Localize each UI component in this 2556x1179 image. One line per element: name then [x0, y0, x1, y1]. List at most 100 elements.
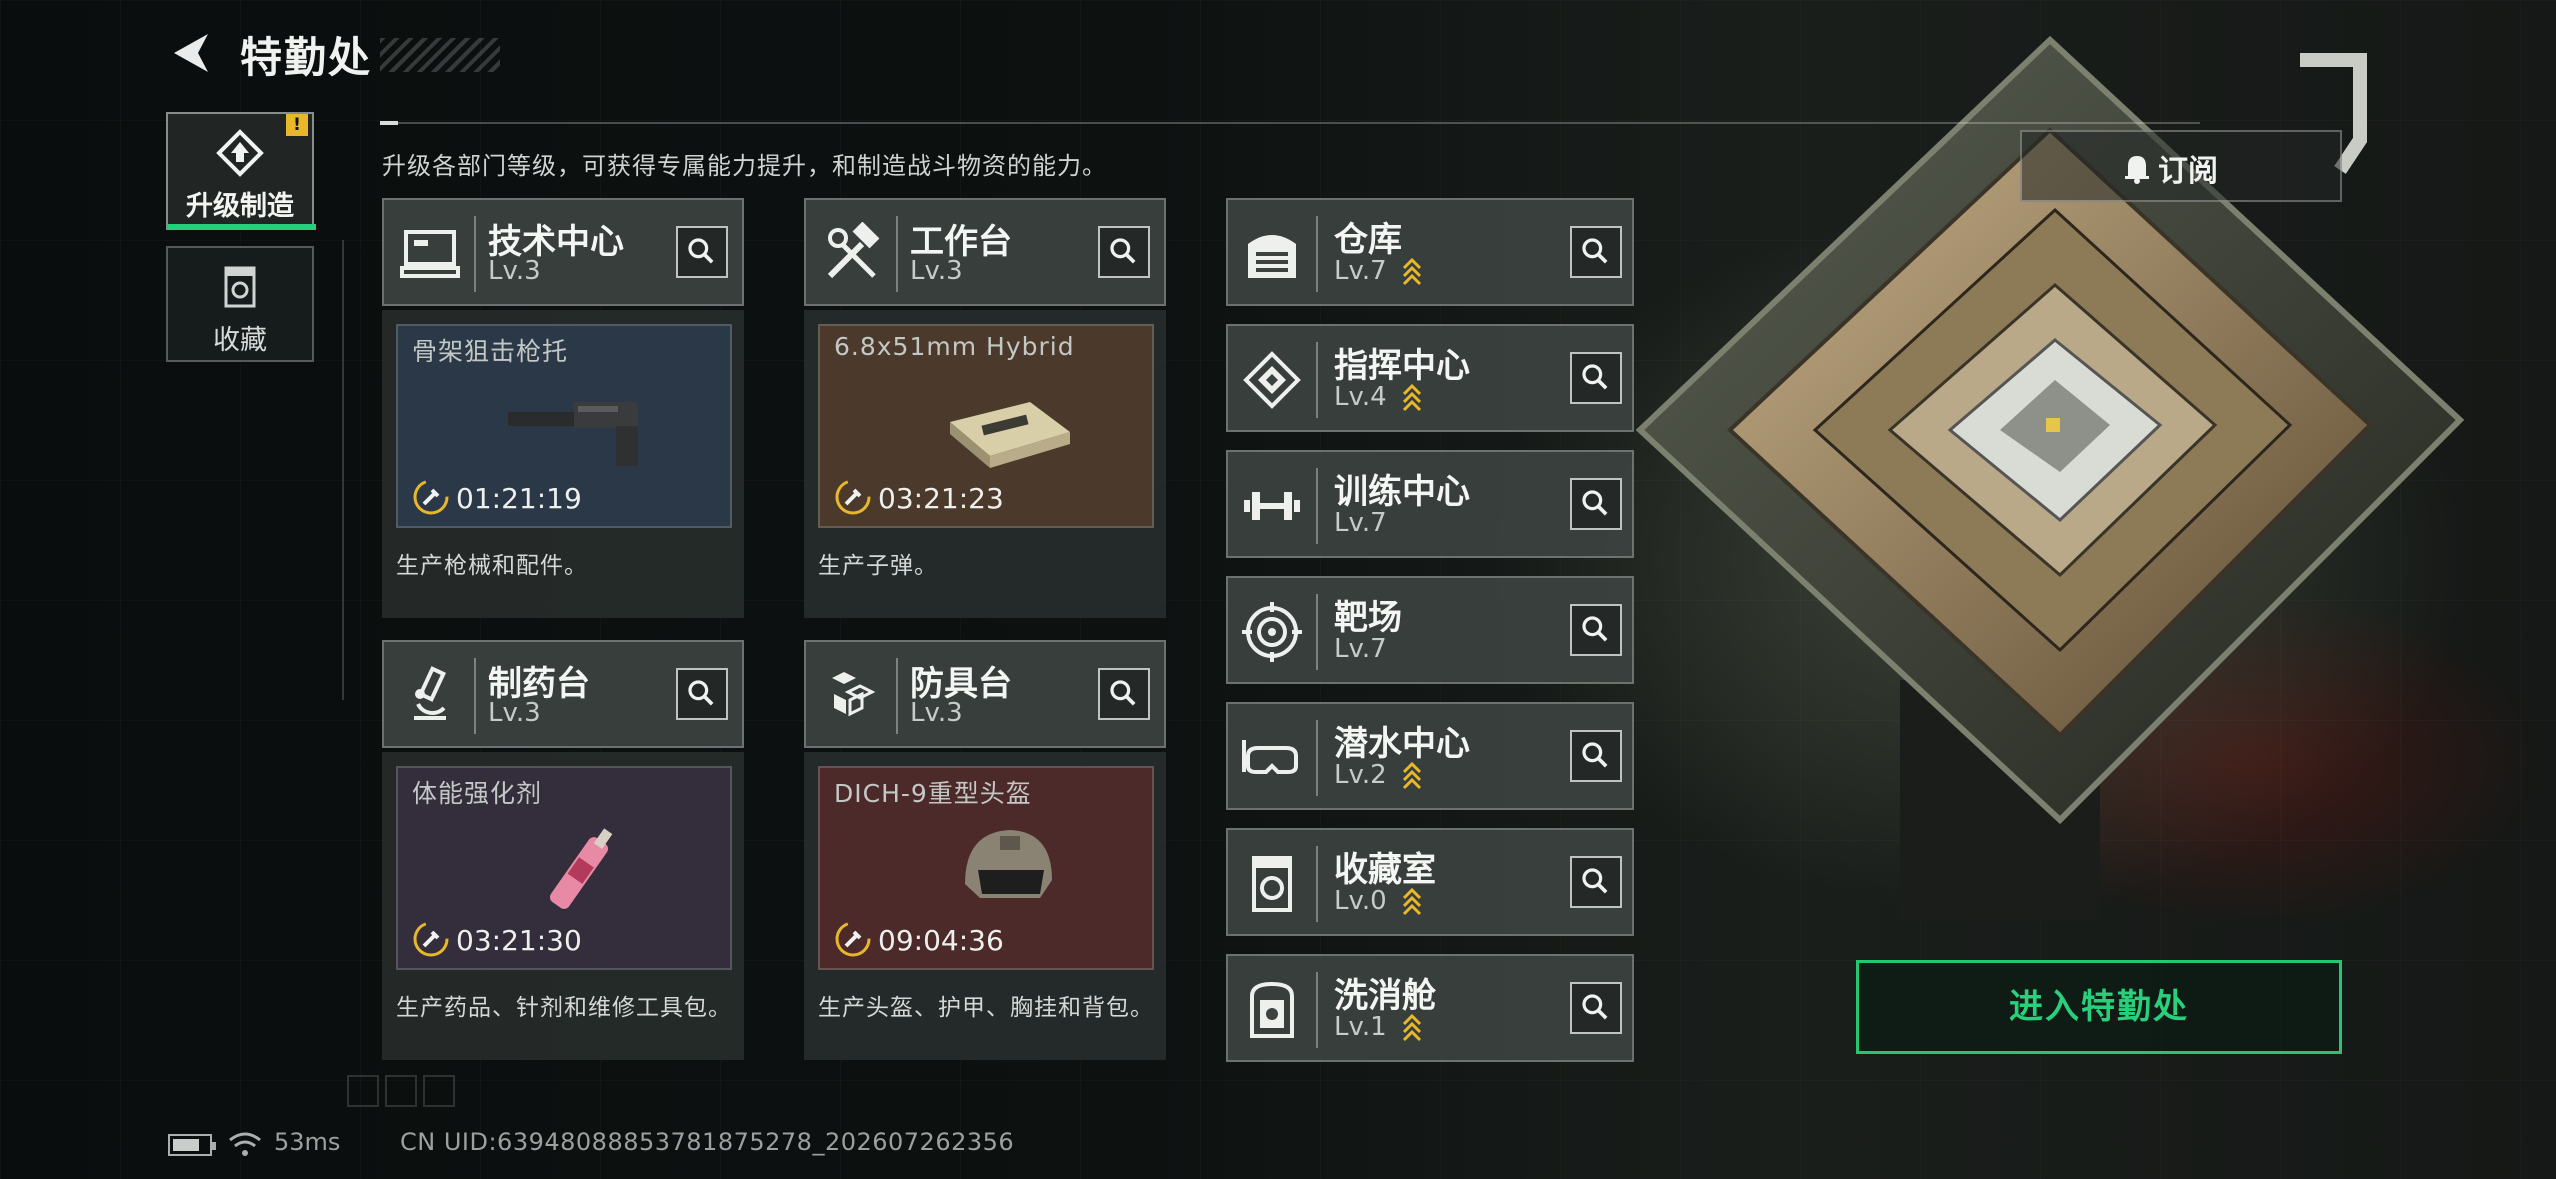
product-name: 体能强化剂	[412, 779, 543, 808]
tab-upgrade-manufacture[interactable]: ! 升级制造	[166, 112, 316, 230]
dept-description: 生产药品、针剂和维修工具包。	[396, 995, 732, 1021]
dept-description: 生产头盔、护甲、胸挂和背包。	[818, 995, 1154, 1021]
facility-diving-center[interactable]: 潜水中心 Lv.2	[1226, 702, 1634, 810]
dept-body: DICH-9重型头盔 09:04:36 生产头盔、护甲、胸挂和背包。	[804, 752, 1166, 1060]
page-title: 特勤处	[240, 33, 373, 82]
wrench-timer-icon	[413, 921, 449, 957]
search-button[interactable]	[676, 668, 728, 720]
battery-icon	[168, 1134, 216, 1156]
facility-level: Lv.7	[1334, 256, 1387, 286]
search-icon	[1582, 238, 1608, 264]
product-panel[interactable]: DICH-9重型头盔 09:04:36	[818, 766, 1154, 970]
facility-name: 指挥中心	[1334, 346, 1470, 386]
back-arrow-icon[interactable]	[168, 30, 214, 76]
microscope-icon	[414, 666, 447, 720]
facility-level: Lv.4	[1334, 382, 1387, 412]
card-separator	[1316, 216, 1318, 292]
dept-body: 6.8x51mm Hybrid 03:21:23 生产子弹。	[804, 310, 1166, 618]
facility-name: 潜水中心	[1334, 724, 1470, 764]
tab-favorites[interactable]: 收藏	[166, 246, 314, 362]
dept-level: Lv.3	[488, 698, 541, 728]
header-separator	[896, 216, 898, 292]
facility-name: 靶场	[1334, 598, 1402, 638]
card-separator	[1316, 342, 1318, 418]
facility-collection-room[interactable]: 收藏室 Lv.0	[1226, 828, 1634, 936]
screen: 特勤处 ! 升级制造 收藏 升级各部门等级，可获得专属能力提升，和制造战斗物资的…	[0, 0, 2556, 1179]
alert-badge: !	[286, 114, 308, 136]
side-divider	[342, 240, 344, 700]
dept-body: 骨架狙击枪托 01:21:19 生产枪械和配件。	[382, 310, 744, 618]
search-button[interactable]	[1570, 226, 1622, 278]
bell-icon	[2125, 156, 2149, 184]
search-icon	[688, 238, 714, 264]
facility-level: Lv.2	[1334, 760, 1387, 790]
product-panel[interactable]: 6.8x51mm Hybrid 03:21:23	[818, 324, 1154, 528]
armor-blocks-icon	[832, 672, 876, 717]
search-button[interactable]	[1570, 730, 1622, 782]
search-button[interactable]	[1570, 352, 1622, 404]
header-separator	[474, 658, 476, 734]
search-icon	[1582, 868, 1608, 894]
facility-shooting-range[interactable]: 靶场 Lv.7	[1226, 576, 1634, 684]
facility-name: 洗消舱	[1334, 976, 1436, 1016]
facility-name: 仓库	[1334, 220, 1402, 260]
facility-training-center[interactable]: 训练中心 Lv.7	[1226, 450, 1634, 558]
wifi-icon	[229, 1132, 261, 1156]
injector-image	[549, 828, 613, 909]
enter-button-label: 进入特勤处	[2009, 987, 2189, 1027]
dept-body: 体能强化剂 03:21:30 生产药品、针剂和维修工具包。	[382, 752, 744, 1060]
search-button[interactable]	[676, 226, 728, 278]
header-separator	[896, 658, 898, 734]
card-separator	[1316, 846, 1318, 922]
dept-level: Lv.3	[488, 256, 541, 286]
dept-card-workbench[interactable]: 工作台 Lv.3 6.8x51mm Hybrid 03:21:23 生产子弹。	[804, 198, 1166, 618]
facility-level: Lv.1	[1334, 1012, 1387, 1042]
timer-value: 03:21:30	[456, 924, 582, 957]
wrench-timer-icon	[413, 479, 449, 515]
enter-special-ops-button[interactable]: 进入特勤处	[1856, 960, 2342, 1054]
ammo-box-image	[950, 402, 1070, 468]
search-icon	[1110, 680, 1136, 706]
facility-level: Lv.0	[1334, 886, 1387, 916]
search-button[interactable]	[1098, 668, 1150, 720]
dept-level: Lv.3	[910, 256, 963, 286]
hammer-wrench-icon	[827, 222, 880, 279]
subscribe-button[interactable]: 订阅	[2020, 130, 2342, 202]
dept-card-pharmacy[interactable]: 制药台 Lv.3 体能强化剂 03:21:30 生产药品、针剂和维修工具包。	[382, 640, 744, 1060]
upgrade-diamond-icon	[216, 129, 264, 177]
tab-upgrade-label: 升级制造	[186, 191, 294, 222]
search-icon	[1582, 364, 1608, 390]
wrench-timer-icon	[835, 479, 871, 515]
timer-value: 09:04:36	[878, 924, 1004, 957]
dept-card-tech-center[interactable]: 技术中心 Lv.3 骨架狙击枪托 01:21:19 生产枪械和配件。	[382, 198, 744, 618]
search-button[interactable]	[1570, 478, 1622, 530]
search-button[interactable]	[1570, 604, 1622, 656]
search-button[interactable]	[1570, 982, 1622, 1034]
search-button[interactable]	[1098, 226, 1150, 278]
upgrade-chevron-icon	[1402, 887, 1422, 916]
dept-header: 技术中心 Lv.3	[382, 198, 744, 306]
facility-name: 收藏室	[1334, 850, 1436, 890]
dept-card-armor-bench[interactable]: 防具台 Lv.3 DICH-9重型头盔 09:04:36 生产头盔、护甲、胸挂和…	[804, 640, 1166, 1060]
dept-description: 生产枪械和配件。	[396, 553, 588, 579]
facility-warehouse[interactable]: 仓库 Lv.7	[1226, 198, 1634, 306]
header-separator	[474, 216, 476, 292]
collection-icon	[1252, 856, 1292, 912]
page-description: 升级各部门等级，可获得专属能力提升，和制造战斗物资的能力。	[382, 152, 1107, 180]
search-icon	[1582, 490, 1608, 516]
dumbbell-icon	[1244, 492, 1300, 520]
facility-name: 训练中心	[1334, 472, 1470, 512]
facility-decontamination[interactable]: 洗消舱 Lv.1	[1226, 954, 1634, 1062]
search-icon	[1110, 238, 1136, 264]
dept-header: 工作台 Lv.3	[804, 198, 1166, 306]
search-button[interactable]	[1570, 856, 1622, 908]
facility-command-center[interactable]: 指挥中心 Lv.4	[1226, 324, 1634, 432]
card-separator	[1316, 972, 1318, 1048]
product-panel[interactable]: 体能强化剂 03:21:30	[396, 766, 732, 970]
search-icon	[688, 680, 714, 706]
product-name: 骨架狙击枪托	[412, 337, 569, 366]
product-name: 6.8x51mm Hybrid	[834, 332, 1075, 361]
card-separator	[1316, 594, 1318, 670]
product-panel[interactable]: 骨架狙击枪托 01:21:19	[396, 324, 732, 528]
wrench-timer-icon	[835, 921, 871, 957]
